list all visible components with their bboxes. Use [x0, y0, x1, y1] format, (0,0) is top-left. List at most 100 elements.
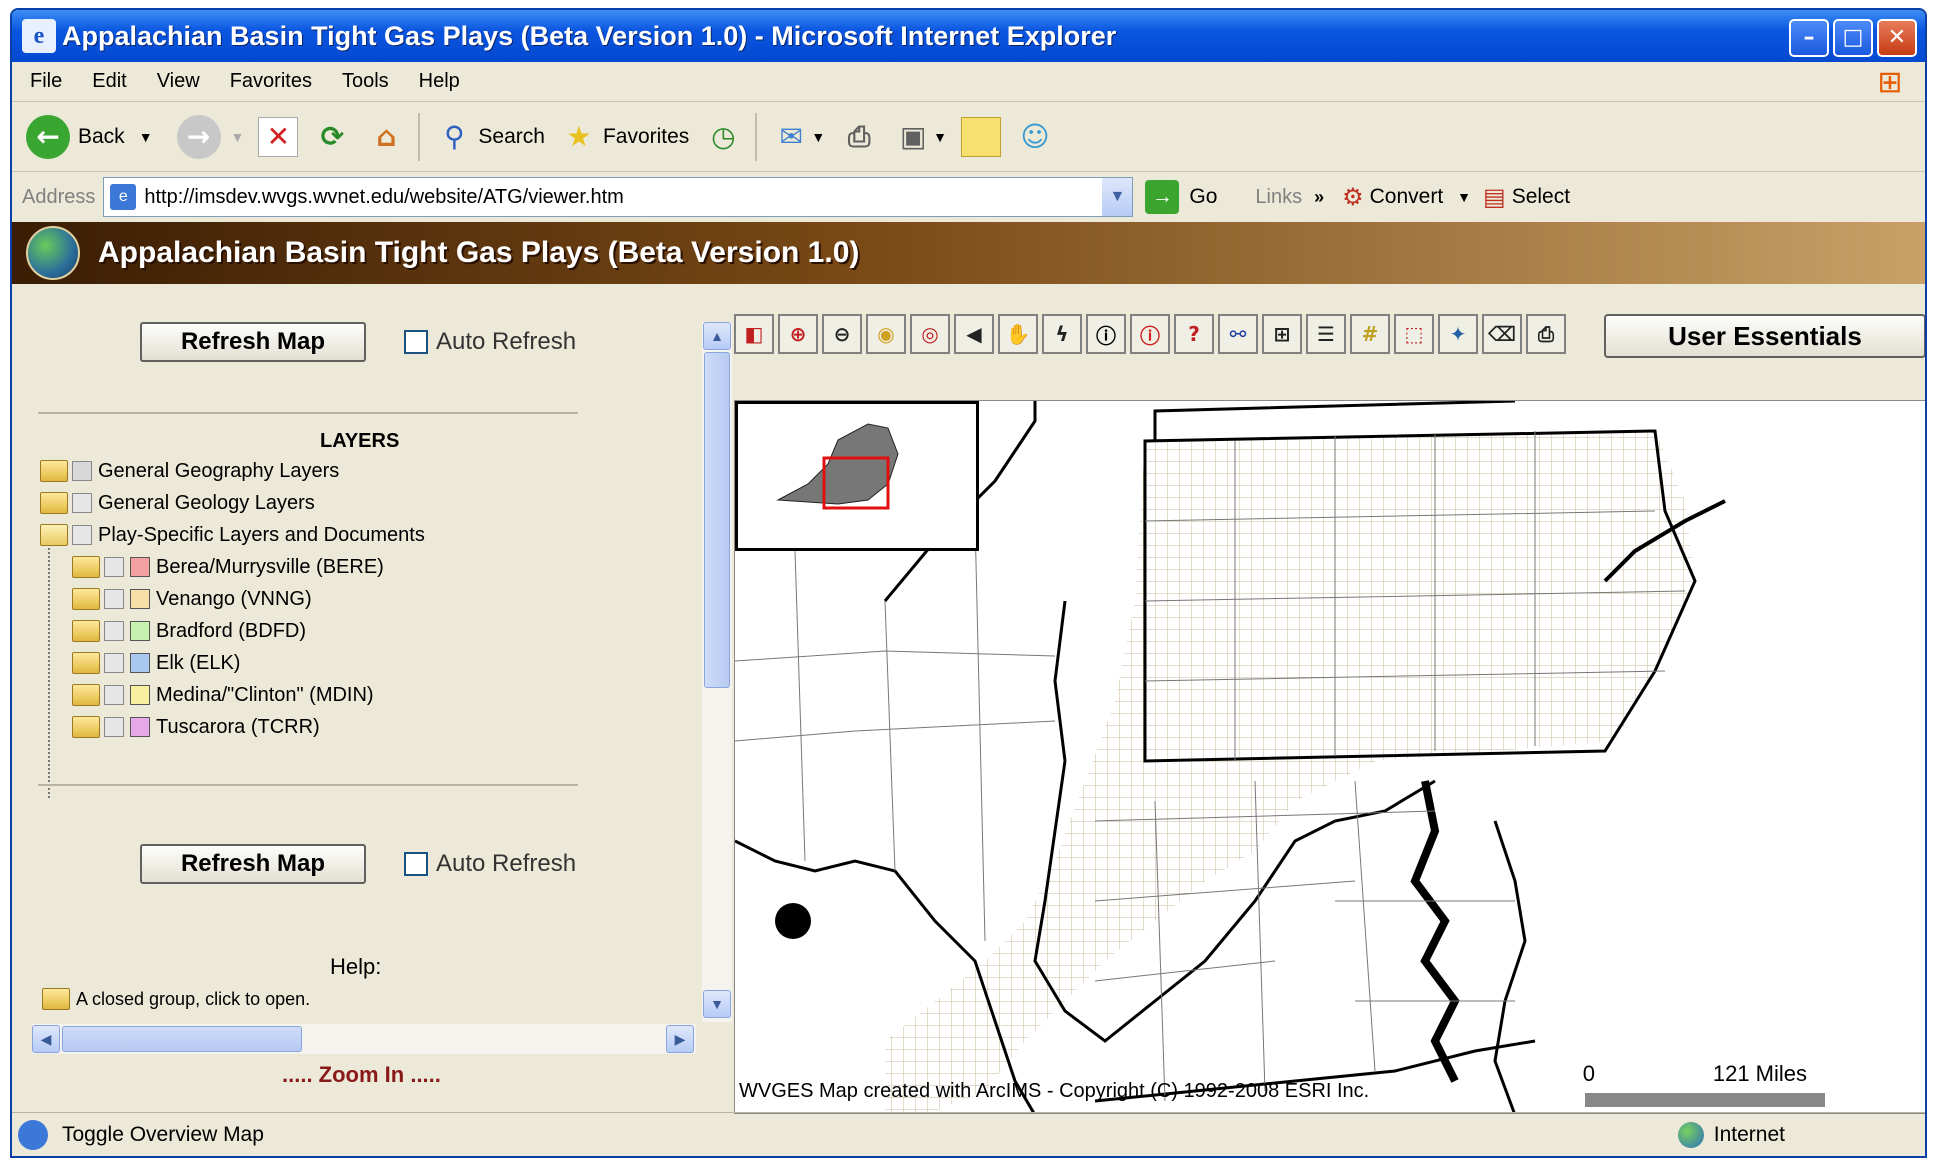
play-layer-bere[interactable]: Berea/Murrysville (BERE)	[72, 554, 384, 580]
buffer-icon[interactable]: #	[1350, 314, 1390, 354]
stop-button[interactable]: ✕	[258, 116, 299, 157]
chevron-right-icon[interactable]: »	[1314, 187, 1324, 208]
print-map-icon[interactable]: ⎙	[1526, 314, 1566, 354]
refresh-map-button[interactable]: Refresh Map	[140, 322, 366, 362]
scroll-thumb[interactable]	[62, 1026, 302, 1052]
history-button[interactable]: ◷	[703, 117, 743, 157]
messenger-button[interactable]: ☺	[1015, 117, 1055, 157]
select-button[interactable]: ▤ Select	[1483, 183, 1570, 212]
links-button[interactable]: Links	[1255, 186, 1302, 209]
help-item: A closed group, click to open.	[42, 986, 310, 1012]
pan-hand-icon[interactable]: ✋	[998, 314, 1038, 354]
layer-checkbox[interactable]	[72, 461, 92, 481]
overview-toggle-icon[interactable]: ◧	[734, 314, 774, 354]
layers-panel: Refresh Map Auto Refresh LAYERS General …	[12, 286, 580, 1072]
search-button[interactable]: ⚲ Search	[434, 117, 545, 157]
identify-icon[interactable]: ⓘ	[1086, 314, 1126, 354]
messenger-icon: ☺	[1020, 120, 1050, 153]
measure-icon[interactable]: ⊞	[1262, 314, 1302, 354]
scroll-right-icon[interactable]: ▶	[666, 1025, 694, 1053]
left-horizontal-scrollbar[interactable]: ◀ ▶	[32, 1024, 696, 1054]
convert-button[interactable]: ⚙ Convert ▼	[1342, 183, 1471, 212]
back-button[interactable]: ← Back ▼	[26, 114, 153, 159]
toolbar-separator	[755, 112, 758, 161]
forward-button[interactable]: → ▼	[167, 114, 244, 159]
notes-button[interactable]	[961, 116, 1002, 157]
layer-checkbox[interactable]	[104, 557, 124, 577]
print-button[interactable]: ⎙	[839, 117, 879, 157]
refresh-button[interactable]: ⟳	[312, 117, 352, 157]
go-arrow-icon: →	[1145, 180, 1180, 214]
layer-group-play-specific[interactable]: Play-Specific Layers and Documents	[40, 522, 425, 548]
folder-icon	[72, 588, 100, 610]
zoom-out-icon[interactable]: ⊖	[822, 314, 862, 354]
legend-swatch	[130, 557, 150, 577]
zoom-full-icon[interactable]: ◉	[866, 314, 906, 354]
chevron-down-icon[interactable]: ▼	[1102, 178, 1133, 216]
minimize-button[interactable]: –	[1789, 19, 1829, 57]
ie-icon: e	[22, 19, 56, 53]
scroll-thumb[interactable]	[704, 352, 730, 688]
play-layer-bdfd[interactable]: Bradford (BDFD)	[72, 618, 306, 644]
identify-all-icon[interactable]: ⓘ	[1130, 314, 1170, 354]
zoom-active-icon[interactable]: ◎	[910, 314, 950, 354]
go-button[interactable]: → Go	[1145, 180, 1217, 214]
play-layer-elk[interactable]: Elk (ELK)	[72, 650, 240, 676]
open-folder-icon	[40, 524, 68, 546]
layer-checkbox[interactable]	[104, 653, 124, 673]
find-binoculars-icon[interactable]: ⚯	[1218, 314, 1258, 354]
play-layer-tcrr[interactable]: Tuscarora (TCRR)	[72, 714, 320, 740]
layer-checkbox[interactable]	[104, 621, 124, 641]
layer-checkbox[interactable]	[72, 525, 92, 545]
menu-file[interactable]: File	[30, 70, 62, 93]
select-rectangle-icon[interactable]: ⬚	[1394, 314, 1434, 354]
user-essentials-button[interactable]: User Essentials	[1604, 314, 1925, 358]
scroll-left-icon[interactable]: ◀	[32, 1025, 60, 1053]
mail-button[interactable]: ✉ ▼	[771, 117, 826, 157]
address-label: Address	[22, 185, 96, 208]
map-toolbar: ◧ ⊕ ⊖ ◉ ◎ ◀ ✋ ϟ ⓘ ⓘ ? ⚯ ⊞ ☰ # ⬚ ✦ ⌫ ⎙	[734, 314, 1570, 358]
play-layer-vnng[interactable]: Venango (VNNG)	[72, 586, 312, 612]
star-icon: ★	[566, 120, 592, 153]
query-icon[interactable]: ?	[1174, 314, 1214, 354]
address-input[interactable]: e http://imsdev.wvgs.wvnet.edu/website/A…	[103, 177, 1134, 217]
scroll-up-icon[interactable]: ▲	[703, 322, 731, 350]
play-layer-mdin[interactable]: Medina/"Clinton" (MDIN)	[72, 682, 374, 708]
menu-help[interactable]: Help	[419, 70, 460, 93]
status-text: Toggle Overview Map	[62, 1122, 264, 1146]
refresh-map-button-bottom[interactable]: Refresh Map	[140, 844, 366, 884]
menu-favorites[interactable]: Favorites	[230, 70, 312, 93]
close-button[interactable]: ✕	[1877, 19, 1917, 57]
hyperlink-icon[interactable]: ϟ	[1042, 314, 1082, 354]
home-button[interactable]: ⌂	[366, 117, 406, 157]
layer-checkbox[interactable]	[104, 685, 124, 705]
clear-selection-icon[interactable]: ⌫	[1482, 314, 1522, 354]
menu-view[interactable]: View	[157, 70, 200, 93]
set-units-icon[interactable]: ☰	[1306, 314, 1346, 354]
maximize-button[interactable]: □	[1833, 19, 1873, 57]
layer-group-geography[interactable]: General Geography Layers	[40, 458, 339, 484]
folder-icon	[72, 556, 100, 578]
folder-icon	[40, 460, 68, 482]
zoom-previous-icon[interactable]: ◀	[954, 314, 994, 354]
layer-checkbox[interactable]	[104, 589, 124, 609]
select-tool-icon[interactable]: ✦	[1438, 314, 1478, 354]
legend-swatch	[130, 621, 150, 641]
map-view[interactable]: WVGES Map created with ArcIMS - Copyrigh…	[734, 400, 1925, 1114]
menu-edit[interactable]: Edit	[92, 70, 126, 93]
edit-button[interactable]: ▣ ▼	[893, 117, 947, 157]
overview-map[interactable]	[735, 401, 979, 551]
zoom-in-icon[interactable]: ⊕	[778, 314, 818, 354]
folder-icon	[72, 652, 100, 674]
auto-refresh-checkbox[interactable]	[404, 330, 428, 354]
toolbar: ← Back ▼ → ▼ ✕ ⟳ ⌂ ⚲ Search ★ Favorites …	[12, 102, 1925, 172]
layer-group-geology[interactable]: General Geology Layers	[40, 490, 315, 516]
layer-checkbox[interactable]	[104, 717, 124, 737]
scroll-down-icon[interactable]: ▼	[703, 990, 731, 1018]
folder-icon	[42, 988, 70, 1010]
layer-checkbox[interactable]	[72, 493, 92, 513]
favorites-button[interactable]: ★ Favorites	[559, 117, 689, 157]
auto-refresh-checkbox-bottom[interactable]	[404, 852, 428, 876]
left-vertical-scrollbar[interactable]: ▲ ▼	[702, 322, 732, 1022]
menu-tools[interactable]: Tools	[342, 70, 389, 93]
